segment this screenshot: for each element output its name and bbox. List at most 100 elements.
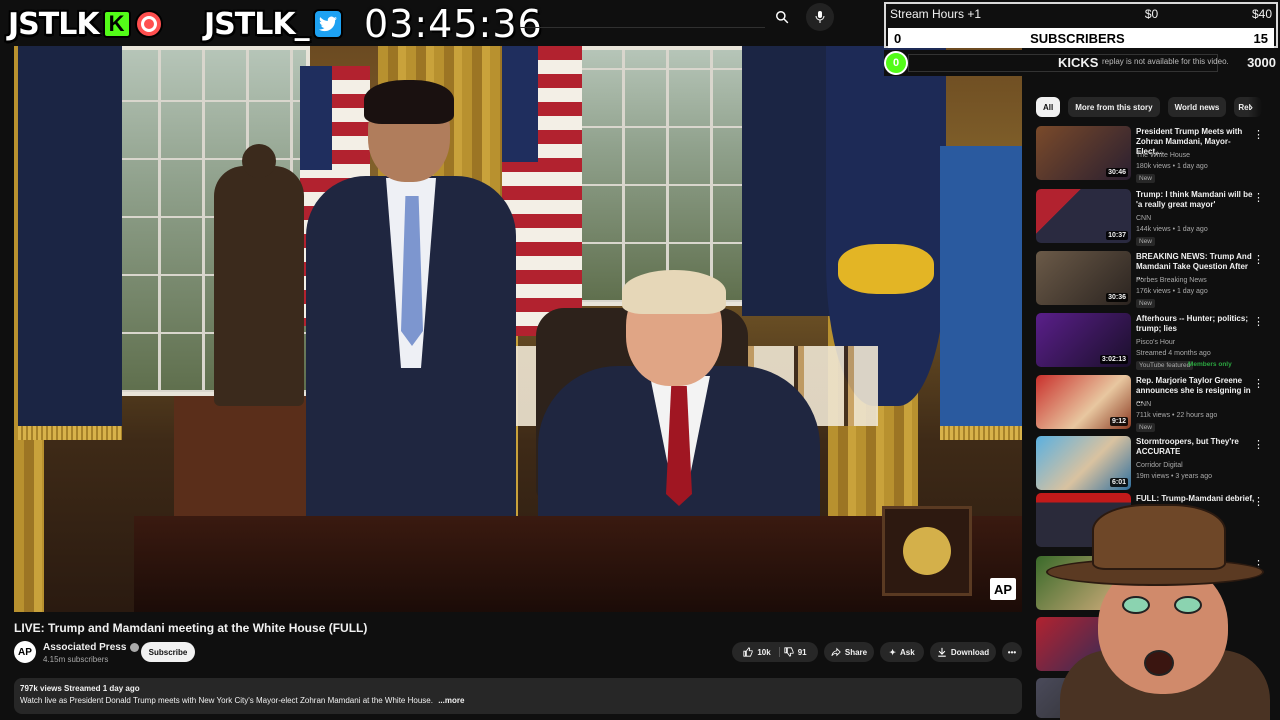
- streamer-avatar: [1040, 500, 1280, 720]
- show-more-link[interactable]: ...more: [438, 696, 464, 705]
- more-vert-icon[interactable]: ⋮: [1253, 377, 1264, 390]
- channel-avatar[interactable]: AP: [14, 641, 36, 663]
- goal-label: Stream Hours +1: [890, 7, 982, 21]
- video-title: Afterhours -- Hunter; politics; trump; l…: [1136, 314, 1248, 333]
- description-box[interactable]: 797k views Streamed 1 day ago Watch live…: [14, 678, 1022, 714]
- recommendation-item[interactable]: 30:46 President Trump Meets with Zohran …: [1036, 126, 1272, 186]
- video-duration: 6:01: [1109, 478, 1128, 487]
- ap-watermark: AP: [990, 578, 1016, 600]
- subscribe-button[interactable]: Subscribe: [141, 642, 195, 662]
- share-button[interactable]: Share: [824, 642, 874, 662]
- recommendation-item[interactable]: 10:37 Trump: I think Mamdani will be 'a …: [1036, 189, 1272, 249]
- more-vert-icon[interactable]: ⋮: [1253, 438, 1264, 451]
- view-stats: 711k views • 22 hours ago: [1136, 412, 1218, 419]
- video-duration: 30:36: [1106, 293, 1128, 302]
- new-badge: New: [1136, 299, 1156, 308]
- video-thumbnail[interactable]: 10:37: [1036, 189, 1131, 243]
- video-duration: 10:37: [1106, 231, 1128, 240]
- recommendation-item[interactable]: 3:02:13 Afterhours -- Hunter; politics; …: [1036, 313, 1272, 373]
- chip-more-from-story[interactable]: More from this story: [1068, 97, 1160, 117]
- video-thumbnail[interactable]: 30:46: [1036, 126, 1131, 180]
- filter-chips: All More from this story World news Rel: [1036, 97, 1263, 117]
- goal-target: $40: [1251, 7, 1272, 21]
- description-text: Watch live as President Donald Trump mee…: [20, 696, 1016, 705]
- view-stats: Streamed 4 months ago: [1136, 350, 1211, 357]
- channel-name-text: Associated Press: [43, 642, 127, 653]
- channel-name: Pisco's Hour: [1136, 339, 1176, 346]
- more-actions-button[interactable]: •••: [1002, 642, 1022, 662]
- channel-name: The White House: [1136, 152, 1191, 159]
- share-label: Share: [844, 647, 868, 657]
- description-body: Watch live as President Donald Trump mee…: [20, 696, 433, 705]
- thumbs-down-icon: [784, 647, 794, 657]
- channel-name: Forbes Breaking News: [1136, 277, 1207, 284]
- video-thumbnail[interactable]: 9:12: [1036, 375, 1131, 429]
- more-vert-icon[interactable]: ⋮: [1253, 253, 1264, 266]
- new-badge: New: [1136, 237, 1156, 246]
- goal-current: $0: [1144, 7, 1159, 21]
- video-title: Rep. Marjorie Taylor Greene announces sh…: [1136, 376, 1251, 405]
- video-thumbnail[interactable]: 3:02:13: [1036, 313, 1131, 367]
- share-icon: [831, 647, 841, 657]
- video-duration: 30:46: [1106, 168, 1128, 177]
- search-input[interactable]: [520, 6, 765, 28]
- thumbs-up-icon: [743, 647, 753, 657]
- video-title: LIVE: Trump and Mamdani meeting at the W…: [14, 621, 368, 635]
- search-icon: [776, 11, 789, 24]
- download-label: Download: [950, 647, 990, 657]
- brand-text: JSTLK: [8, 6, 100, 42]
- view-stats: 176k views • 1 day ago: [1136, 288, 1208, 295]
- view-stats: 144k views • 1 day ago: [1136, 226, 1208, 233]
- view-stats: 797k views Streamed 1 day ago: [20, 684, 140, 693]
- video-duration: 9:12: [1109, 417, 1128, 426]
- presidential-flag: [18, 46, 122, 440]
- search-button[interactable]: [764, 4, 800, 30]
- brand-kick: JSTLK K: [8, 6, 163, 42]
- ask-label: Ask: [900, 647, 915, 657]
- top-bar: JSTLK K JSTLK_ 03:45:36: [0, 0, 880, 46]
- like-button[interactable]: 10k: [743, 647, 780, 657]
- like-count: 10k: [757, 647, 771, 657]
- recommendation-item[interactable]: 30:36 BREAKING NEWS: Trump And Mamdani T…: [1036, 251, 1272, 311]
- kicks-count: 0: [884, 51, 908, 75]
- more-vert-icon[interactable]: ⋮: [1253, 315, 1264, 328]
- presidential-seal: [882, 506, 972, 596]
- new-badge: New: [1136, 423, 1156, 432]
- twitter-bird-icon: [312, 9, 343, 39]
- side-table: [174, 396, 324, 536]
- record-icon: [134, 10, 163, 38]
- new-badge: New: [1136, 174, 1156, 183]
- video-thumbnail[interactable]: 30:36: [1036, 251, 1131, 305]
- more-horizontal-icon: •••: [1007, 647, 1017, 657]
- view-stats: 180k views • 1 day ago: [1136, 163, 1208, 170]
- chevron-right-icon[interactable]: ›: [1244, 99, 1258, 115]
- video-title: Stormtroopers, but They're ACCURATE: [1136, 437, 1239, 456]
- channel-name: CNN: [1136, 215, 1152, 222]
- recommendation-item[interactable]: 9:12 Rep. Marjorie Taylor Greene announc…: [1036, 375, 1272, 435]
- ask-button[interactable]: ✦ Ask: [880, 642, 924, 662]
- video-player[interactable]: AP: [14, 46, 1022, 612]
- chat-replay-note: replay is not available for this video.: [1102, 57, 1229, 66]
- verified-icon: [130, 643, 140, 652]
- kicks-label: KICKS: [1058, 55, 1099, 70]
- like-dislike-group: 10k 91: [732, 642, 818, 662]
- air-force-flag: [940, 146, 1022, 440]
- kick-logo-icon: K: [102, 10, 131, 38]
- chip-all[interactable]: All: [1036, 97, 1061, 117]
- recommendation-item[interactable]: 6:01 Stormtroopers, but They're ACCURATE…: [1036, 436, 1272, 496]
- channel-name[interactable]: Associated Press: [43, 642, 140, 653]
- download-icon: [938, 647, 946, 657]
- members-only-badge: Members only: [1188, 361, 1232, 368]
- dislike-button[interactable]: 91: [784, 647, 807, 657]
- more-vert-icon[interactable]: ⋮: [1253, 128, 1264, 141]
- stream-goal-widget: Stream Hours +1 $0 $40 0 SUBSCRIBERS 15: [884, 2, 1278, 48]
- dislike-count: 91: [797, 647, 807, 657]
- channel-name: CNN: [1136, 401, 1152, 408]
- chip-world-news[interactable]: World news: [1167, 97, 1227, 117]
- microphone-icon: [815, 11, 825, 23]
- statue: [214, 144, 304, 406]
- download-button[interactable]: Download: [930, 642, 996, 662]
- voice-search-button[interactable]: [806, 3, 834, 31]
- video-thumbnail[interactable]: 6:01: [1036, 436, 1131, 490]
- more-vert-icon[interactable]: ⋮: [1253, 191, 1264, 204]
